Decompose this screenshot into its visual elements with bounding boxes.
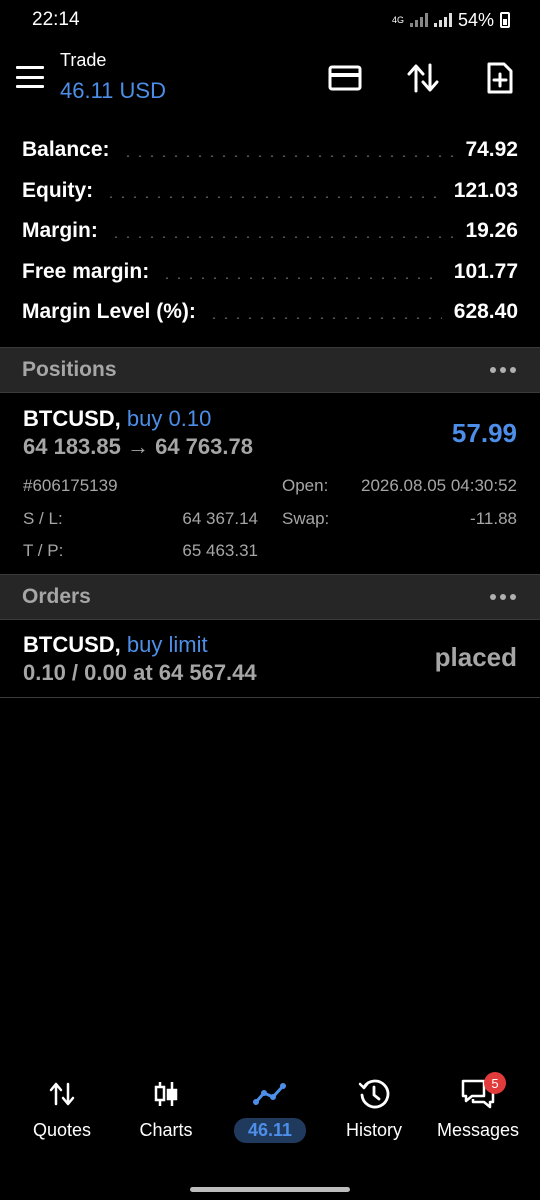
order-status: placed <box>434 642 517 672</box>
nav-trade[interactable]: 46.11 <box>216 1068 324 1148</box>
position-prices: 64 183.85 → 64 763.78 <box>23 434 253 459</box>
position-profit: 57.99 <box>451 418 517 448</box>
candlestick-icon <box>148 1076 184 1112</box>
nav-label: Quotes <box>32 1120 92 1140</box>
order-item[interactable]: BTCUSD, buy limit 0.10 / 0.00 at 64 567.… <box>0 620 540 698</box>
network-type: 4G <box>391 15 404 25</box>
nav-label-active: 46.11 <box>233 1118 307 1143</box>
nav-label: Charts <box>139 1120 193 1140</box>
dotted-leader <box>161 276 442 279</box>
sl-value: 64 367.14 <box>182 509 258 528</box>
unread-badge: 5 <box>484 1072 506 1094</box>
position-ticket: #606175139 <box>23 476 118 495</box>
summary-value: 121.03 <box>453 178 518 202</box>
order-symbol: BTCUSD, <box>23 632 121 657</box>
swap-label: Swap: <box>282 509 330 528</box>
status-time: 22:14 <box>32 9 80 30</box>
position-symbol: BTCUSD, <box>23 406 121 431</box>
nav-label: History <box>345 1120 402 1140</box>
equity-row: Equity: 121.03 <box>0 171 540 212</box>
margin-row: Margin: 19.26 <box>0 211 540 252</box>
summary-value: 74.92 <box>465 138 518 162</box>
deposit-card-icon[interactable] <box>325 58 365 98</box>
summary-value: 628.40 <box>453 300 518 324</box>
quotes-arrows-icon <box>44 1076 80 1112</box>
nav-messages[interactable]: 5 Messages <box>424 1068 532 1148</box>
tp-label: T / P: <box>23 541 64 560</box>
messages-icon: 5 <box>460 1072 506 1112</box>
nav-quotes[interactable]: Quotes <box>8 1068 116 1148</box>
nav-history[interactable]: History <box>320 1068 428 1148</box>
page-title: Trade <box>60 50 107 70</box>
trade-line-icon <box>252 1076 288 1112</box>
sl-label: S / L: <box>23 509 63 528</box>
position-item[interactable]: BTCUSD, buy 0.10 64 183.85 → 64 763.78 5… <box>0 394 540 572</box>
position-symbol-line: BTCUSD, buy 0.10 <box>23 406 211 432</box>
position-action: buy 0.10 <box>126 406 212 431</box>
battery-percent: 54% <box>457 9 494 30</box>
dotted-leader <box>121 155 454 158</box>
signal-sim1-icon <box>409 13 428 27</box>
history-clock-icon <box>356 1076 392 1112</box>
status-indicators: 4G 54% <box>392 10 510 31</box>
orders-section-header: Orders <box>0 574 540 620</box>
open-value: 2026.08.05 04:30:52 <box>361 476 517 495</box>
dotted-leader <box>207 317 442 320</box>
account-summary: Balance: 74.92 Equity: 121.03 Margin: 19… <box>0 130 540 333</box>
more-options-icon[interactable] <box>490 367 518 373</box>
app-header: Trade 46.11 USD <box>0 40 540 120</box>
nav-label: Messages <box>436 1120 520 1140</box>
summary-label: Equity: <box>22 178 94 202</box>
tp-value: 65 463.31 <box>182 541 258 560</box>
menu-icon[interactable] <box>16 66 44 88</box>
margin-level-row: Margin Level (%): 628.40 <box>0 292 540 333</box>
summary-label: Balance: <box>22 138 110 162</box>
orders-title: Orders <box>22 585 91 608</box>
balance-row: Balance: 74.92 <box>0 130 540 171</box>
order-details: 0.10 / 0.00 at 64 567.44 <box>23 660 257 685</box>
home-indicator[interactable] <box>190 1187 350 1192</box>
summary-label: Margin Level (%): <box>22 300 196 324</box>
positions-title: Positions <box>22 358 117 381</box>
dotted-leader <box>105 195 442 198</box>
summary-label: Free margin: <box>22 259 150 283</box>
nav-charts[interactable]: Charts <box>112 1068 220 1148</box>
bottom-navigation: Quotes Charts 46.11 History 5 Messages <box>0 1068 540 1158</box>
sort-arrows-icon[interactable] <box>403 58 443 98</box>
order-action: buy limit <box>126 632 208 657</box>
open-label: Open: <box>282 476 329 495</box>
more-options-icon[interactable] <box>490 594 518 600</box>
account-profit-subtitle: 46.11 USD <box>60 78 166 103</box>
positions-section-header: Positions <box>0 347 540 393</box>
order-symbol-line: BTCUSD, buy limit <box>23 632 208 658</box>
summary-value: 19.26 <box>465 219 518 243</box>
summary-label: Margin: <box>22 219 98 243</box>
battery-icon <box>500 12 510 28</box>
dotted-leader <box>109 236 454 239</box>
free-margin-row: Free margin: 101.77 <box>0 252 540 293</box>
summary-value: 101.77 <box>453 259 518 283</box>
new-order-icon[interactable] <box>480 58 520 98</box>
signal-sim2-icon <box>433 13 452 27</box>
swap-value: -11.88 <box>470 509 517 528</box>
status-bar: 22:14 4G 54% <box>0 0 540 40</box>
